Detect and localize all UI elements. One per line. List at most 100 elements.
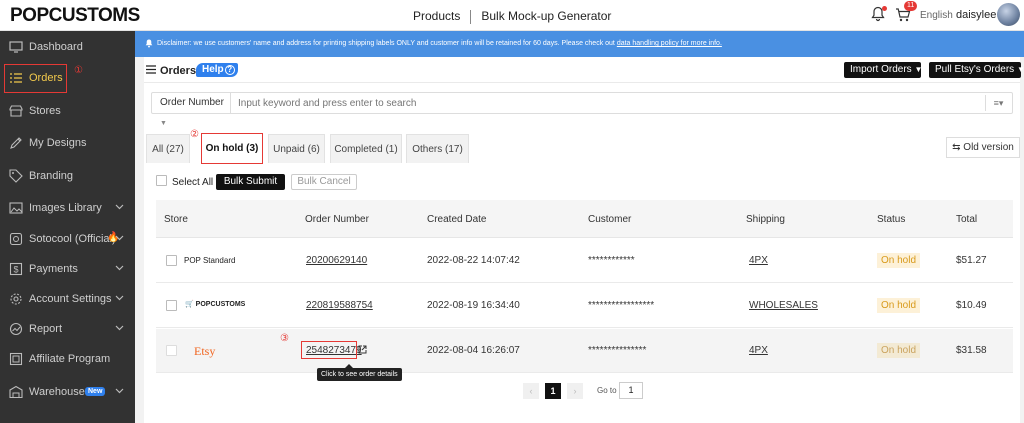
chevron-down-icon [115, 265, 124, 271]
sidebar-item-label: Dashboard [29, 41, 83, 53]
callout-3: ③ [280, 333, 289, 344]
cart-count-badge: 11 [904, 1, 918, 11]
bell-icon [145, 39, 153, 48]
callout-2: ② [190, 129, 199, 140]
customer-name: ***************** [588, 300, 655, 311]
prev-page-button[interactable]: ‹ [523, 383, 539, 399]
select-all-checkbox[interactable] [156, 175, 167, 186]
store-icon [9, 105, 23, 117]
tab-unpaid[interactable]: Unpaid (6) [268, 134, 325, 163]
sidebar-item-label: Payments [29, 263, 78, 275]
column-header-order-number: Order Number [305, 214, 369, 225]
goto-page-input[interactable]: 1 [619, 382, 643, 399]
sidebar-item-label: Images Library [29, 202, 102, 214]
import-orders-button[interactable]: Import Orders ▼ [844, 62, 922, 78]
order-total: $51.27 [956, 255, 987, 266]
help-button[interactable]: Help? [196, 63, 238, 77]
notification-bell-icon[interactable] [871, 6, 887, 22]
column-header-status: Status [877, 214, 906, 225]
shipping-link[interactable]: WHOLESALES [749, 300, 818, 311]
question-icon: ? [224, 65, 235, 75]
select-all-label: Select All [172, 177, 214, 188]
search-input[interactable] [232, 93, 977, 113]
current-page[interactable]: 1 [545, 383, 561, 399]
created-date: 2022-08-22 14:07:42 [427, 255, 520, 266]
order-number-link[interactable]: 220819588754 [306, 300, 373, 311]
sidebar-item-label: Affiliate Program [29, 353, 111, 365]
row-checkbox[interactable] [166, 345, 177, 356]
table-row: POP Standard 20200629140 2022-08-22 14:0… [156, 239, 1013, 283]
shipping-link[interactable]: 4PX [749, 255, 768, 266]
sidebar-item-label: My Designs [29, 137, 87, 149]
sidebar-item-sotocool[interactable]: Sotocool (Official) 🔥 [0, 227, 135, 251]
tag-icon [9, 169, 23, 183]
status-badge: On hold [877, 298, 921, 313]
tab-all[interactable]: All (27) [146, 134, 190, 163]
pull-etsy-label: Pull Etsy's Orders [935, 64, 1015, 75]
import-orders-label: Import Orders [850, 64, 912, 75]
sidebar-item-label: Account Settings [29, 293, 112, 305]
nav-products[interactable]: Products [413, 9, 460, 23]
menu-icon [146, 65, 156, 74]
sidebar-item-report[interactable]: Report [0, 317, 135, 341]
order-total: $31.58 [956, 345, 987, 356]
sidebar-item-images-library[interactable]: Images Library [0, 196, 135, 220]
external-link-icon[interactable] [358, 345, 367, 354]
disclaimer-message: Disclaimer: we use customers' name and a… [157, 40, 615, 47]
chevron-down-icon: ▼ [1016, 65, 1024, 74]
cart-icon[interactable]: 11 [895, 1, 918, 23]
bulk-cancel-button[interactable]: Bulk Cancel [291, 174, 357, 190]
bulk-actions: Select All Bulk Submit Bulk Cancel [156, 174, 357, 191]
avatar[interactable] [997, 3, 1020, 26]
row-checkbox[interactable] [166, 255, 177, 266]
shipping-link[interactable]: 4PX [749, 345, 768, 356]
tab-others[interactable]: Others (17) [406, 134, 469, 163]
sidebar-item-dashboard[interactable]: Dashboard [0, 35, 135, 59]
image-icon [9, 202, 23, 214]
filter-icon[interactable]: ≡▾ [985, 95, 1011, 111]
table-header: Store Order Number Created Date Customer… [156, 200, 1013, 238]
row-checkbox[interactable] [166, 300, 177, 311]
table-row: 🛒 POPCUSTOMS 220819588754 2022-08-19 16:… [156, 284, 1013, 328]
sidebar-item-affiliate-program[interactable]: Affiliate Program [0, 347, 135, 371]
username[interactable]: daisylee [956, 9, 996, 21]
help-label: Help [202, 64, 224, 75]
pull-etsy-orders-button[interactable]: Pull Etsy's Orders ▼ [929, 62, 1024, 78]
sidebar-item-payments[interactable]: $ Payments [0, 257, 135, 281]
sidebar-item-warehouse[interactable]: Warehouse New [0, 380, 135, 404]
goto-label: Go to [597, 386, 617, 395]
orders-header: Orders Help? Import Orders ▼ Pull Etsy's… [144, 57, 1024, 83]
column-header-total: Total [956, 214, 978, 225]
next-page-button[interactable]: › [567, 383, 583, 399]
tab-on-hold[interactable]: On hold (3) [201, 133, 263, 164]
data-policy-link[interactable]: data handling policy for more info. [617, 40, 722, 47]
swap-icon: ⇆ [952, 142, 961, 153]
sidebar-item-label: Branding [29, 170, 74, 182]
nav-bulk-mockup[interactable]: Bulk Mock-up Generator [481, 9, 611, 23]
nav-divider [470, 9, 472, 24]
chevron-down-icon [115, 388, 124, 394]
sidebar-item-stores[interactable]: Stores [0, 99, 135, 123]
tab-completed[interactable]: Completed (1) [330, 134, 402, 163]
order-number-highlight-box [301, 341, 357, 359]
notification-dot [882, 6, 887, 11]
monitor-icon [9, 41, 23, 53]
bulk-submit-button[interactable]: Bulk Submit [216, 174, 285, 190]
sidebar-item-label: Sotocool (Official) [29, 233, 116, 245]
sidebar-item-my-designs[interactable]: My Designs [0, 131, 135, 155]
sidebar-item-branding[interactable]: Branding [0, 164, 135, 188]
search-field-select[interactable]: Order Number ▼ [152, 93, 231, 127]
column-header-store: Store [164, 214, 188, 225]
store-logo-popcustoms: 🛒 POPCUSTOMS [185, 300, 245, 308]
top-nav: Products Bulk Mock-up Generator [413, 9, 611, 24]
language-selector[interactable]: English [920, 10, 953, 21]
created-date: 2022-08-19 16:34:40 [427, 300, 520, 311]
order-number-link[interactable]: 20200629140 [306, 255, 367, 266]
column-header-created-date: Created Date [427, 214, 487, 225]
sidebar-item-label: Report [29, 323, 63, 335]
store-logo-etsy: Etsy [194, 344, 216, 358]
brand-logo[interactable]: POPCUSTOMS [10, 5, 140, 27]
old-version-button[interactable]: ⇆ Old version [946, 137, 1020, 158]
sidebar-item-account-settings[interactable]: Account Settings [0, 287, 135, 311]
store-logo-pop-standard: POP Standard [184, 256, 236, 265]
